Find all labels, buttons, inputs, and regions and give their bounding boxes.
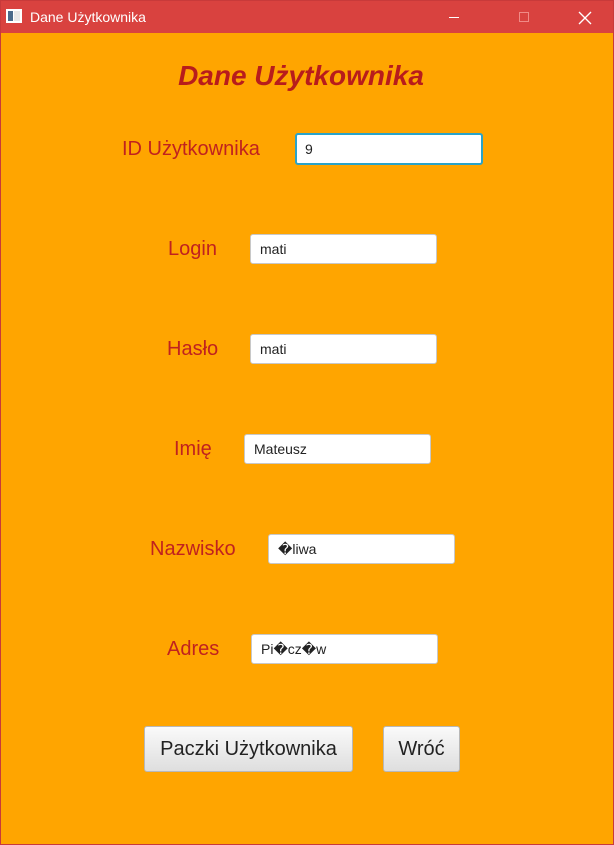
maximize-button[interactable] — [501, 1, 547, 33]
close-icon — [578, 11, 592, 25]
first-name-label: Imię — [174, 438, 212, 460]
form-heading: Dane Użytkownika — [178, 60, 424, 91]
back-button[interactable]: Wróć — [383, 726, 460, 772]
address-input[interactable] — [251, 634, 438, 664]
password-label: Hasło — [167, 338, 219, 360]
window-title: Dane Użytkownika — [30, 9, 146, 25]
user-id-label: ID Użytkownika — [122, 138, 260, 160]
address-label: Adres — [167, 638, 220, 660]
first-name-input[interactable] — [244, 434, 431, 464]
password-input[interactable] — [250, 334, 437, 364]
login-label: Login — [168, 238, 217, 260]
close-button[interactable] — [561, 1, 607, 33]
login-input[interactable] — [250, 234, 437, 264]
minimize-button[interactable] — [431, 1, 477, 33]
minimize-icon — [449, 17, 459, 18]
user-parcels-button[interactable]: Paczki Użytkownika — [144, 726, 353, 772]
app-icon — [6, 9, 22, 23]
maximize-icon — [519, 12, 529, 22]
title-bar[interactable]: Dane Użytkownika — [1, 1, 613, 33]
user-id-input[interactable] — [295, 133, 483, 165]
last-name-label: Nazwisko — [150, 538, 236, 560]
last-name-input[interactable] — [268, 534, 455, 564]
app-window: Dane Użytkownika Dane Użytkownika ID Uży… — [0, 0, 614, 845]
